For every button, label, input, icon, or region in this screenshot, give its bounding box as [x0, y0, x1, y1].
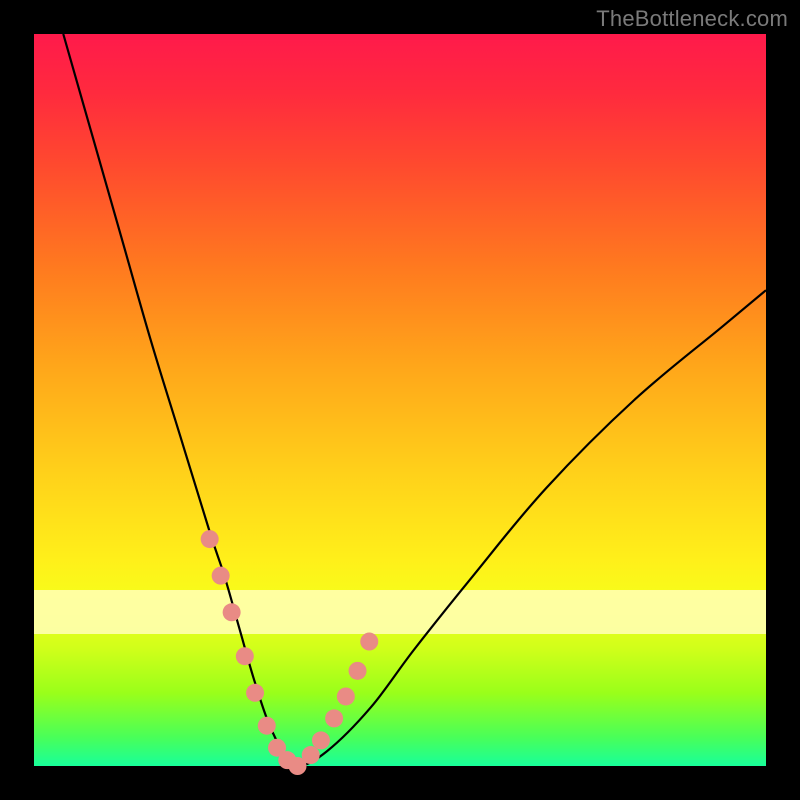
chart-svg: [34, 34, 766, 766]
marker-dot: [349, 662, 367, 680]
marker-dot: [360, 633, 378, 651]
marker-dot: [337, 687, 355, 705]
marker-dot: [325, 709, 343, 727]
bottleneck-curve: [63, 34, 766, 766]
marker-dot: [302, 746, 320, 764]
marker-dot: [201, 530, 219, 548]
marker-dots: [201, 530, 379, 775]
marker-dot: [258, 717, 276, 735]
plot-area: [34, 34, 766, 766]
marker-dot: [236, 647, 254, 665]
chart-frame: TheBottleneck.com: [0, 0, 800, 800]
marker-dot: [212, 567, 230, 585]
marker-dot: [312, 731, 330, 749]
watermark-text: TheBottleneck.com: [596, 6, 788, 32]
marker-dot: [246, 684, 264, 702]
marker-dot: [223, 603, 241, 621]
